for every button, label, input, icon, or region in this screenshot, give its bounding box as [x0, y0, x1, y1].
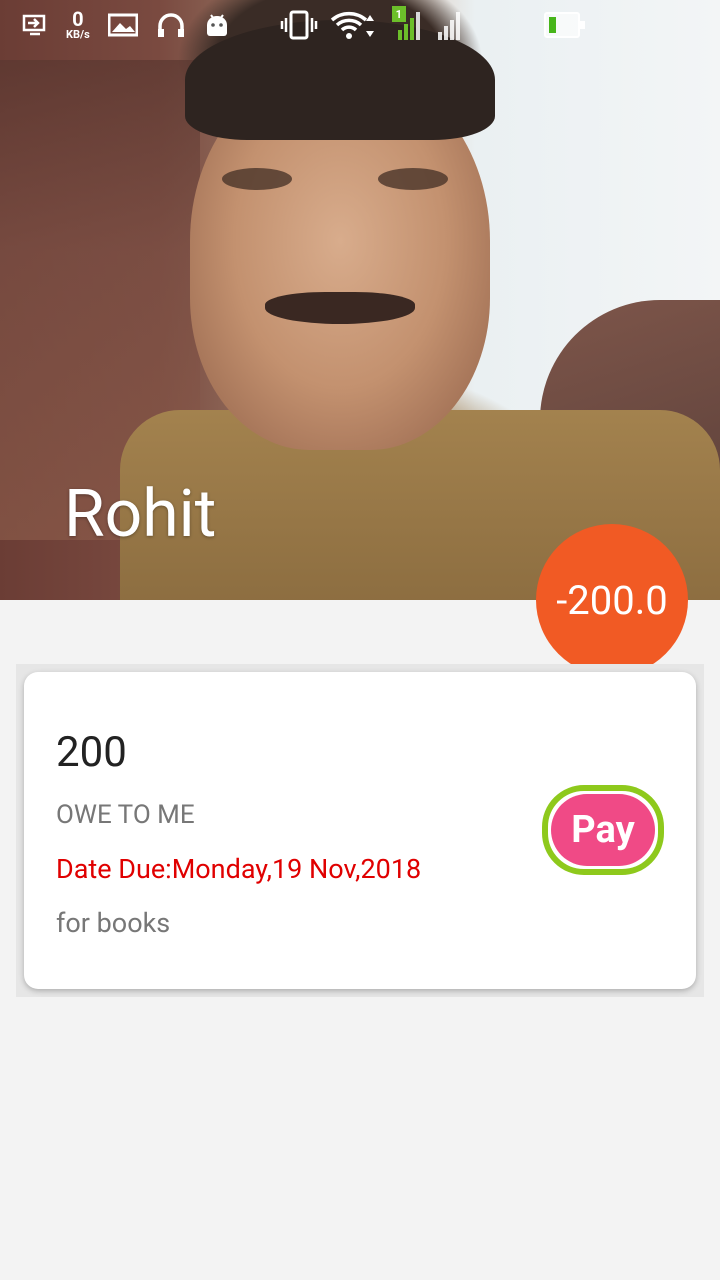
- profile-name: Rohit: [64, 476, 217, 553]
- pay-button[interactable]: Pay: [542, 785, 664, 875]
- due-date: Date Due:Monday,19 Nov,2018: [56, 853, 422, 885]
- photo-eye: [378, 168, 448, 190]
- image-icon: [107, 0, 138, 50]
- pay-button-label: Pay: [551, 794, 655, 866]
- transaction-card[interactable]: 200 OWE TO ME Date Due:Monday,19 Nov,201…: [24, 672, 696, 989]
- battery-icon: [544, 12, 585, 38]
- transaction-type: OWE TO ME: [56, 800, 195, 830]
- transaction-note: for books: [56, 907, 171, 939]
- status-bar: 0 KB/s 1: [0, 0, 720, 50]
- network-speed: 0 KB/s: [66, 9, 90, 41]
- network-speed-unit: KB/s: [66, 28, 90, 41]
- android-icon: [204, 0, 230, 50]
- headset-icon: [156, 0, 186, 50]
- signal-sim1-icon: 1: [391, 6, 420, 40]
- transaction-amount: 200: [56, 728, 127, 777]
- network-speed-value: 0: [72, 7, 84, 31]
- sim1-badge: 1: [391, 6, 406, 22]
- screen-cast-icon: [22, 0, 48, 50]
- photo-eye: [222, 168, 292, 190]
- wifi-icon: [330, 0, 378, 50]
- balance-badge: -200.0: [536, 524, 688, 676]
- signal-sim2-icon: [437, 10, 460, 40]
- vibrate-icon: [280, 0, 318, 50]
- photo-moustache: [265, 292, 415, 324]
